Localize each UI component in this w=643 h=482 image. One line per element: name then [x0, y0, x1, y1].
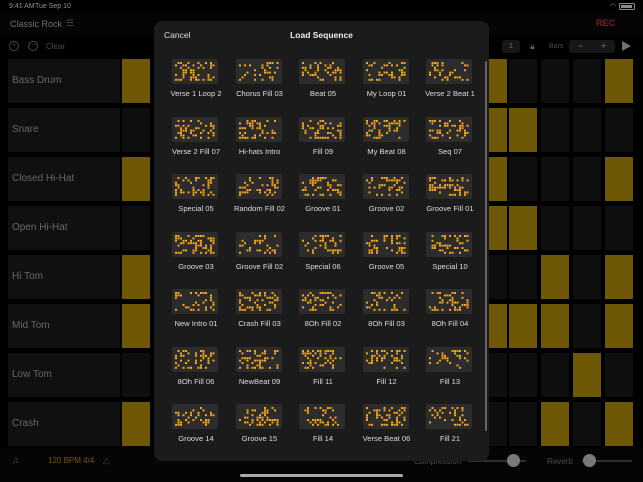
sequence-item[interactable]: Random Fill 02	[229, 169, 291, 221]
sequence-item[interactable]: Fill 09	[292, 112, 354, 164]
sequence-thumbnail	[362, 289, 409, 314]
sequence-thumbnail	[299, 116, 345, 142]
sequence-item[interactable]: Special 06	[292, 227, 354, 279]
sequence-thumbnail	[235, 404, 282, 429]
sequence-item[interactable]: 8Oh Fill 04	[419, 284, 481, 336]
sequence-thumbnail	[172, 174, 218, 199]
sequence-item[interactable]: Groove Fill 02	[229, 227, 291, 279]
sequence-name: Fill 13	[439, 376, 461, 386]
sequence-thumbnail	[172, 404, 218, 429]
sequence-item[interactable]: 8Oh Fill 06	[165, 342, 227, 394]
sequence-item[interactable]: New Intro 01	[165, 284, 227, 336]
sequence-thumbnail	[172, 231, 218, 257]
sequence-thumbnail	[235, 346, 282, 372]
sequence-item[interactable]: Chorus Fill 03	[229, 54, 291, 106]
sequence-thumbnail	[299, 59, 345, 84]
sequence-item[interactable]: Fill 11	[292, 342, 354, 394]
sequence-item[interactable]: Groove 03	[165, 227, 227, 279]
sequence-thumbnail	[362, 174, 409, 199]
sequence-thumbnail	[235, 59, 282, 84]
sequence-thumbnail	[362, 116, 409, 142]
sequence-thumbnail	[362, 404, 409, 429]
sequence-item[interactable]: 8Oh Fill 02	[292, 284, 354, 336]
sequence-item[interactable]: Hi-hats Intro	[229, 112, 291, 164]
sequence-thumbnail	[299, 289, 345, 314]
sequence-thumbnail	[235, 289, 282, 314]
sequence-item[interactable]: Groove 14	[165, 399, 227, 451]
sequence-thumbnail	[426, 346, 472, 372]
sequence-item[interactable]: Verse Beat 06	[356, 399, 418, 451]
load-sequence-modal: Load Sequence Cancel Verse 1 Loop 2 Choru…	[154, 21, 489, 461]
sequence-item[interactable]: Fill 14	[292, 399, 354, 451]
sequence-thumbnail	[299, 231, 345, 257]
sequence-thumbnail	[362, 346, 409, 372]
sequence-thumbnail	[235, 116, 282, 142]
sequence-name: Groove Fill 01	[426, 204, 474, 213]
sequence-item[interactable]: My Loop 01	[356, 54, 418, 106]
sequence-thumbnail	[426, 231, 472, 257]
sequence-thumbnail	[426, 116, 472, 142]
sequence-item[interactable]: Groove 02	[356, 169, 418, 221]
sequence-item[interactable]: Groove 15	[229, 399, 291, 451]
sequence-name: Special 10	[432, 261, 468, 271]
sequence-thumbnail	[172, 116, 218, 142]
modal-header: Load Sequence Cancel	[154, 21, 489, 49]
sequence-name: Fill 21	[439, 434, 461, 443]
sequence-item[interactable]: Seq 07	[419, 112, 481, 164]
sequence-thumbnail	[172, 289, 218, 314]
sequence-thumbnail	[426, 59, 472, 84]
sequence-item[interactable]: Fill 13	[419, 342, 481, 394]
sequence-thumbnail	[426, 174, 472, 199]
sequence-thumbnail	[426, 289, 472, 314]
sequence-thumbnail	[235, 231, 282, 257]
sequence-thumbnail	[299, 346, 345, 372]
sequence-item[interactable]: Special 10	[419, 227, 481, 279]
sequence-item[interactable]: Groove Fill 01	[419, 169, 481, 221]
sequence-item[interactable]: Crash Fill 03	[229, 284, 291, 336]
sequence-item[interactable]: Fill 12	[356, 342, 418, 394]
home-indicator[interactable]	[240, 474, 403, 477]
sequence-thumbnail	[172, 59, 218, 84]
sequence-item[interactable]: Groove 05	[356, 227, 418, 279]
sequence-item[interactable]: Fill 21	[419, 399, 481, 451]
sequence-name: Verse 2 Beat 1	[425, 89, 475, 98]
sequence-item[interactable]: Verse 2 Beat 1	[419, 54, 481, 106]
cancel-button[interactable]: Cancel	[164, 30, 190, 40]
scrollbar[interactable]	[485, 61, 487, 431]
sequence-thumbnail	[235, 174, 282, 199]
sequence-thumbnail	[172, 346, 218, 372]
sequence-thumbnail	[362, 59, 409, 84]
sequence-name: 8Oh Fill 04	[431, 319, 469, 328]
sequence-item[interactable]: Beat 05	[292, 54, 354, 106]
sequence-thumbnail	[426, 404, 472, 429]
sequence-item[interactable]: Verse 1 Loop 2	[165, 54, 227, 106]
sequence-item[interactable]: My Beat 08	[356, 112, 418, 164]
sequence-item[interactable]: Special 05	[165, 169, 227, 221]
sequence-name: Seq 07	[437, 146, 463, 156]
sequence-item[interactable]: Verse 2 Fill 07	[165, 112, 227, 164]
sequence-item[interactable]: Groove 01	[292, 169, 354, 221]
modal-title: Load Sequence	[290, 30, 353, 40]
sequence-item[interactable]: 8Oh Fill 03	[356, 284, 418, 336]
sequence-thumbnail	[362, 231, 409, 257]
sequence-item[interactable]: NewBeat 09	[229, 342, 291, 394]
sequence-thumbnail	[299, 404, 345, 429]
sequence-thumbnail	[299, 174, 345, 199]
